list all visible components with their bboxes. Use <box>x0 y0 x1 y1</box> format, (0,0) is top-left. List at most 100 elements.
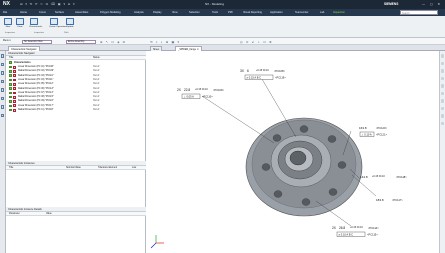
pmi-annotation[interactable]: 3X 6 +0.15 ±0.10 <PC108> ⌀ 0.15 A B C <P… <box>240 69 286 80</box>
menu-view[interactable]: View <box>172 11 178 14</box>
column-title[interactable]: Title <box>9 166 13 170</box>
shade-icon[interactable] <box>440 91 445 95</box>
check-icon[interactable] <box>9 74 12 77</box>
svg-text:<PC108>: <PC108> <box>274 69 285 73</box>
check-icon[interactable] <box>9 65 12 69</box>
column-nominal[interactable]: Nominal Value <box>66 166 81 170</box>
annotation-tolerance: +0.15 ±0.10 <box>195 88 208 91</box>
menu-visual-reporting[interactable]: Visual Reporting <box>243 11 262 14</box>
zoom-icon[interactable] <box>440 69 445 73</box>
annotation-value: 163.8 <box>359 126 367 130</box>
svg-text:+0.15 ±0.10: +0.15 ±0.10 <box>350 226 363 229</box>
pmi-annotation[interactable]: 183.8 <PC117> <box>376 198 403 202</box>
menu-display[interactable]: Display <box>153 11 162 14</box>
check-icon[interactable] <box>9 95 12 99</box>
column-status[interactable]: Status <box>93 56 100 60</box>
menu-curve[interactable]: Curve <box>39 11 46 14</box>
menu-pmi[interactable]: PMI <box>228 11 233 14</box>
navigator-icon[interactable] <box>0 54 5 58</box>
annotation-prefix: 2X <box>177 88 182 92</box>
new-icon <box>4 18 12 25</box>
column-low[interactable]: Low <box>132 166 136 170</box>
check-icon[interactable] <box>9 100 12 103</box>
menu-dropdown[interactable]: Menu ▾ <box>2 40 16 44</box>
menu-application[interactable]: Application <box>270 11 283 14</box>
dimension-icon <box>13 91 16 95</box>
constraint-navigator-icon[interactable] <box>0 71 5 75</box>
graphics-window[interactable]: 3X 6 +0.15 ±0.10 <PC108> ⌀ 0.15 A B C <P… <box>146 51 439 253</box>
annotation-tag: <PC120> <box>376 126 387 130</box>
selection-toolbar-icons[interactable]: ⊕ ↖ ⊡ ◈ ⧉ <box>100 40 126 44</box>
view-orient-icon[interactable] <box>440 54 445 58</box>
feature-control-frame: ⊥ 0.05 A <box>184 94 195 98</box>
dimension-icon <box>13 70 16 73</box>
annotation-tag: <PC118> <box>396 175 407 179</box>
quick-access-toolbar[interactable]: ⊞ ▾ ⟲ ⟳ ✂ ⧉ ⌫ ▣ ▾ ⊟ ▾ <box>20 2 76 6</box>
menu-lab[interactable]: Lab <box>320 11 324 14</box>
view-toolbar-icons[interactable]: ⟲ ⌖ ◐ ⊞ ▣ ▾ <box>150 40 180 44</box>
create-operations-button[interactable]: Create Operations <box>49 18 67 31</box>
check-icon[interactable] <box>9 104 12 108</box>
window-controls[interactable]: — ▢ ✕ <box>422 2 442 6</box>
flange-part[interactable] <box>245 117 363 217</box>
menu-analysis[interactable]: Analysis <box>134 11 144 14</box>
done-button[interactable]: Done <box>15 18 25 31</box>
menu-file[interactable]: File <box>3 11 7 14</box>
history-icon[interactable] <box>0 96 5 100</box>
assembly-navigator-icon[interactable] <box>0 62 5 66</box>
characteristic-button[interactable]: Characteristic <box>29 18 42 31</box>
rotate-icon[interactable] <box>440 76 445 80</box>
dimension-icon <box>13 87 16 91</box>
update-button[interactable]: Update <box>65 18 75 31</box>
menu-polygon-modeling[interactable]: Polygon Modeling <box>100 11 121 14</box>
check-icon[interactable] <box>9 108 12 112</box>
svg-text:22.8: 22.8 <box>184 88 190 92</box>
feature-control-frame: ⊥ 0.10 A <box>361 132 372 136</box>
new-button[interactable]: New <box>3 18 13 31</box>
column-tolerance[interactable]: Tolerance Element <box>98 166 117 170</box>
color-icon[interactable] <box>440 121 445 125</box>
dimension-icon <box>13 100 16 103</box>
menu-home[interactable]: Home <box>20 11 27 14</box>
column-value[interactable]: Value <box>46 212 52 216</box>
svg-text:⌀ 0.10 A B C: ⌀ 0.10 A B C <box>339 232 354 236</box>
scope-select[interactable]: Entire Assembly <box>66 39 96 44</box>
pmi-annotation[interactable]: 144.8 +0.15 ±0.10 <PC118> <box>360 175 407 179</box>
check-icon[interactable] <box>9 70 12 73</box>
svg-text:<PC118>: <PC118> <box>396 175 407 179</box>
check-icon[interactable] <box>9 78 12 82</box>
annotation-tag: <PC115> <box>367 232 378 236</box>
menu-selection[interactable]: Selection <box>189 11 200 14</box>
part-navigator-icon[interactable] <box>0 79 5 83</box>
menu-surface[interactable]: Surface <box>55 11 64 14</box>
layer-icon[interactable] <box>440 114 445 118</box>
svg-text:⊥ 0.05 A: ⊥ 0.05 A <box>184 94 195 98</box>
menu-inspection[interactable]: Inspection <box>333 11 345 14</box>
pan-icon[interactable] <box>440 84 445 88</box>
command-search-input[interactable]: Search <box>400 10 438 15</box>
annotation-value: 6 <box>247 69 249 73</box>
check-icon[interactable] <box>9 83 12 86</box>
system-materials-icon[interactable] <box>0 105 5 109</box>
roles-icon[interactable] <box>0 113 5 117</box>
selection-filter-select[interactable]: No Selection Filter <box>22 39 52 44</box>
check-icon[interactable] <box>9 91 12 95</box>
fit-icon[interactable] <box>440 61 445 65</box>
menu-tools[interactable]: Tools <box>212 11 218 14</box>
characteristic-row[interactable]: Radial Dimension (PC 11) "PC118" Out of <box>6 108 146 112</box>
column-title[interactable]: Title <box>9 56 13 60</box>
dimension-icon <box>13 108 16 112</box>
pmi-annotation[interactable]: 163.8 <PC120> ⊥ 0.10 A <PC121> <box>359 126 387 137</box>
check-icon <box>9 61 12 64</box>
pmi-annotation[interactable]: 2X 22.8 +0.15 ±0.10 <PC109> ⊥ 0.05 A <PC… <box>177 88 224 99</box>
column-parameter[interactable]: Parameter <box>9 212 20 216</box>
wireframe-icon[interactable] <box>440 99 445 103</box>
section-icon[interactable] <box>440 106 445 110</box>
menu-teamcenter[interactable]: Teamcenter <box>295 11 309 14</box>
reuse-library-icon[interactable] <box>0 88 5 92</box>
pmi-annotation[interactable]: 2X 26.8 +0.15 ±0.10 <PC114> ⌀ 0.10 A B C… <box>332 226 379 237</box>
menu-assemblies[interactable]: Assemblies <box>75 11 88 14</box>
snap-toolbar-icons[interactable]: ◎ ⊙ ∠ ⊥ ⊡ ⊗ <box>240 40 273 44</box>
check-icon[interactable] <box>9 87 12 90</box>
model-view[interactable]: 3X 6 +0.15 ±0.10 <PC108> ⌀ 0.15 A B C <P… <box>146 51 439 253</box>
